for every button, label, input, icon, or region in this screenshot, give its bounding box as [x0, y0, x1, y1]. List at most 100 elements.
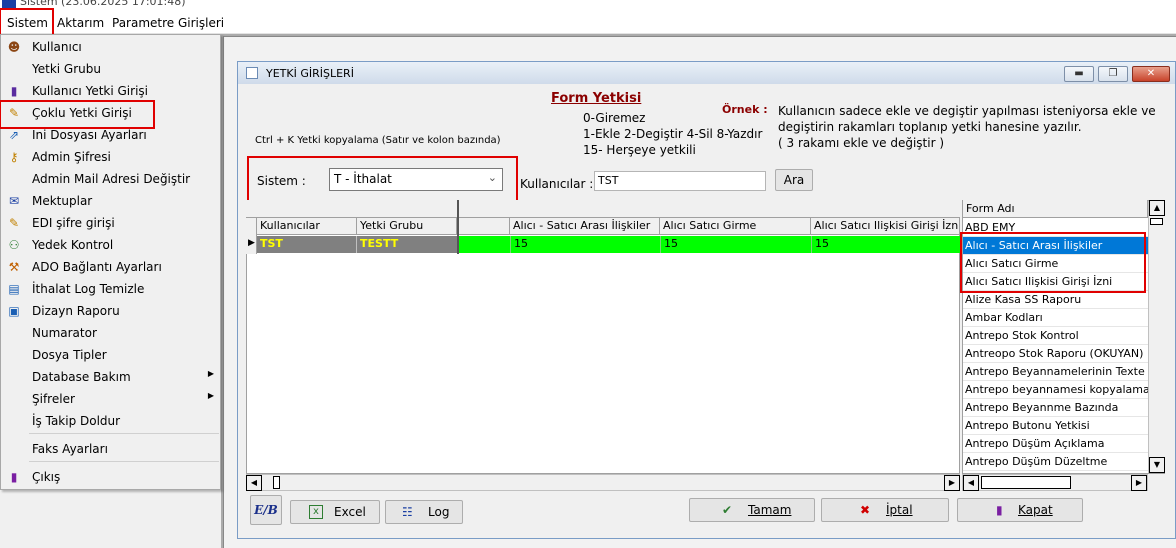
- menu-item-label: Şifreler: [32, 392, 75, 406]
- window-title: YETKİ GİRİŞLERİ: [266, 67, 354, 80]
- user-input-value: TST: [598, 174, 619, 187]
- menu-item-11[interactable]: ⚒ ADO Bağlantı Ayarları: [1, 256, 220, 278]
- menu-item-label: Kullanıcı Yetki Girişi: [32, 84, 148, 98]
- perm-line-1: 0-Giremez: [583, 111, 646, 125]
- cell-user[interactable]: TST: [257, 236, 357, 253]
- ok-label: Tamam: [748, 503, 792, 517]
- close-button[interactable]: ▮ Kapat: [957, 498, 1083, 522]
- col-header-group[interactable]: Yetki Grubu: [357, 218, 457, 235]
- menu-item-label: Dizayn Raporu: [32, 304, 120, 318]
- menu-item-20[interactable]: ▮ Çıkış: [1, 466, 220, 488]
- book-icon: ▮: [10, 84, 18, 98]
- scroll-left-icon[interactable]: ◀: [246, 475, 262, 491]
- menu-separator: [29, 433, 219, 434]
- col-header-users[interactable]: Kullanıcılar: [257, 218, 357, 235]
- menu-item-label: Admin Mail Adresi Değiştir: [32, 172, 191, 186]
- menu-item-8[interactable]: ✉ Mektuplar: [1, 190, 220, 212]
- col-header-blank: [459, 218, 510, 235]
- user-input[interactable]: TST: [594, 171, 766, 191]
- cancel-button[interactable]: ✖ İptal: [821, 498, 949, 522]
- form-list-item[interactable]: Antrepo Beyannme Bazında: [963, 399, 1148, 417]
- menu-item-label: Numarator: [32, 326, 97, 340]
- user-icon: ☻: [7, 40, 21, 54]
- system-label: Sistem :: [257, 174, 306, 188]
- form-list-item[interactable]: Ambar Kodları: [963, 309, 1148, 327]
- cell-perm-1[interactable]: 15: [510, 236, 660, 253]
- menu-item-2[interactable]: Yetki Grubu: [1, 58, 220, 80]
- eb-logo-button[interactable]: E/B: [250, 495, 282, 525]
- app-title: Sistem (23.06.2025 17:01:48): [20, 0, 186, 8]
- list-scroll-left-icon[interactable]: ◀: [963, 475, 979, 491]
- form-list-item[interactable]: Antrepo Stok Kontrol: [963, 327, 1148, 345]
- ok-button[interactable]: ✔ Tamam: [689, 498, 815, 522]
- form-list-highlight: [960, 232, 1146, 293]
- scroll-right-icon[interactable]: ▶: [944, 475, 960, 491]
- menu-item-10[interactable]: ⚇ Yedek Kontrol: [1, 234, 220, 256]
- minimize-button[interactable]: ▬: [1064, 66, 1094, 82]
- system-select-value: T - İthalat: [334, 172, 392, 186]
- menu-item-15[interactable]: Dosya Tipler: [1, 344, 220, 366]
- menu-parametre[interactable]: Parametre Girişleri: [112, 16, 224, 30]
- menu-item-17[interactable]: Şifreler ▶: [1, 388, 220, 410]
- grid-hscrollbar[interactable]: [246, 474, 960, 491]
- cell-group[interactable]: TESTT: [357, 236, 457, 253]
- log-button[interactable]: ☷ Log: [385, 500, 463, 524]
- grid-hscroll-thumb[interactable]: [273, 476, 280, 489]
- col-header-form-1[interactable]: Alıcı - Satıcı Arası İlişkiler: [510, 218, 660, 235]
- perm-line-2: 1-Ekle 2-Degiştir 4-Sil 8-Yazdır: [583, 127, 763, 141]
- search-button[interactable]: Ara: [775, 169, 813, 191]
- menu-item-16[interactable]: Database Bakım ▶: [1, 366, 220, 388]
- form-list-item[interactable]: Antrepo beyannamesi kopyalama yetkis: [963, 381, 1148, 399]
- menu-item-label: Yedek Kontrol: [32, 238, 114, 252]
- col-header-form-2[interactable]: Alıcı Satıcı Girme: [660, 218, 811, 235]
- menu-item-label: Dosya Tipler: [32, 348, 107, 362]
- menu-item-13[interactable]: ▣ Dizayn Raporu: [1, 300, 220, 322]
- menu-item-9[interactable]: ✎ EDI şifre girişi: [1, 212, 220, 234]
- wrench-icon: ⚒: [8, 260, 20, 274]
- form-list-item[interactable]: Antrepo Butonu Yetkisi: [963, 417, 1148, 435]
- scroll-up-icon[interactable]: ▲: [1149, 200, 1165, 216]
- cell-perm-3[interactable]: 15: [811, 236, 960, 253]
- list-scroll-right-icon[interactable]: ▶: [1131, 475, 1147, 491]
- menu-item-6[interactable]: ⚷ Admin Şifresi: [1, 146, 220, 168]
- form-list-item[interactable]: Alize Kasa SS Raporu: [963, 291, 1148, 309]
- checkmark-icon: ✔: [722, 503, 733, 517]
- cancel-label: İptal: [886, 503, 913, 517]
- form-list-hscroll-thumb[interactable]: [981, 476, 1071, 489]
- menu-item-19[interactable]: Faks Ayarları: [1, 438, 220, 460]
- form-list-vscrollbar[interactable]: [1148, 201, 1165, 473]
- row-pointer-icon: ▶: [248, 238, 255, 248]
- menu-item-7[interactable]: Admin Mail Adresi Değiştir: [1, 168, 220, 190]
- report-icon: ▣: [8, 304, 20, 318]
- menu-item-1[interactable]: ☻ Kullanıcı: [1, 36, 220, 58]
- menu-sistem[interactable]: Sistem: [7, 16, 48, 30]
- col-header-form-3[interactable]: Alıcı Satıcı Ilişkisi Girişi İzni: [811, 218, 960, 235]
- menu-item-label: Yetki Grubu: [32, 62, 101, 76]
- log-icon: ▤: [8, 282, 20, 296]
- menu-item-label: Çıkış: [32, 470, 61, 484]
- form-list-item[interactable]: Antrepo Düşüm Açıklama: [963, 435, 1148, 453]
- form-list-item[interactable]: Antrepo Düşüm Düzeltme: [963, 453, 1148, 471]
- menu-item-label: Database Bakım: [32, 370, 131, 384]
- ctrl-k-hint: Ctrl + K Yetki kopyalama (Satır ve kolon…: [255, 135, 501, 146]
- scroll-down-icon[interactable]: ▼: [1149, 457, 1165, 473]
- close-window-button[interactable]: ✕: [1132, 66, 1170, 82]
- maximize-button[interactable]: ❐: [1098, 66, 1128, 82]
- menu-item-12[interactable]: ▤ İthalat Log Temizle: [1, 278, 220, 300]
- form-list-vscroll-thumb[interactable]: [1150, 218, 1163, 225]
- menu-item-label: Ini Dosyası Ayarları: [32, 128, 147, 142]
- cell-perm-2[interactable]: 15: [660, 236, 811, 253]
- form-list-item[interactable]: Antreopo Stok Raporu (OKUYAN): [963, 345, 1148, 363]
- menu-aktarim[interactable]: Aktarım: [57, 16, 104, 30]
- door-icon: ▮: [996, 503, 1003, 517]
- menu-item-18[interactable]: İş Takip Doldur: [1, 410, 220, 432]
- example-label: Örnek :: [722, 103, 768, 116]
- grid-band-header: [246, 200, 960, 218]
- menu-item-5[interactable]: ⇗ Ini Dosyası Ayarları: [1, 124, 220, 146]
- system-select[interactable]: T - İthalat ⌄: [329, 168, 503, 191]
- form-list-item[interactable]: Antrepo Beyannamelerinin Texte Aktarı: [963, 363, 1148, 381]
- menu-item-3[interactable]: ▮ Kullanıcı Yetki Girişi: [1, 80, 220, 102]
- window-titlebar: YETKİ GİRİŞLERİ ▬ ❐ ✕: [238, 62, 1175, 84]
- excel-button[interactable]: x Excel: [290, 500, 380, 524]
- menu-item-14[interactable]: Numarator: [1, 322, 220, 344]
